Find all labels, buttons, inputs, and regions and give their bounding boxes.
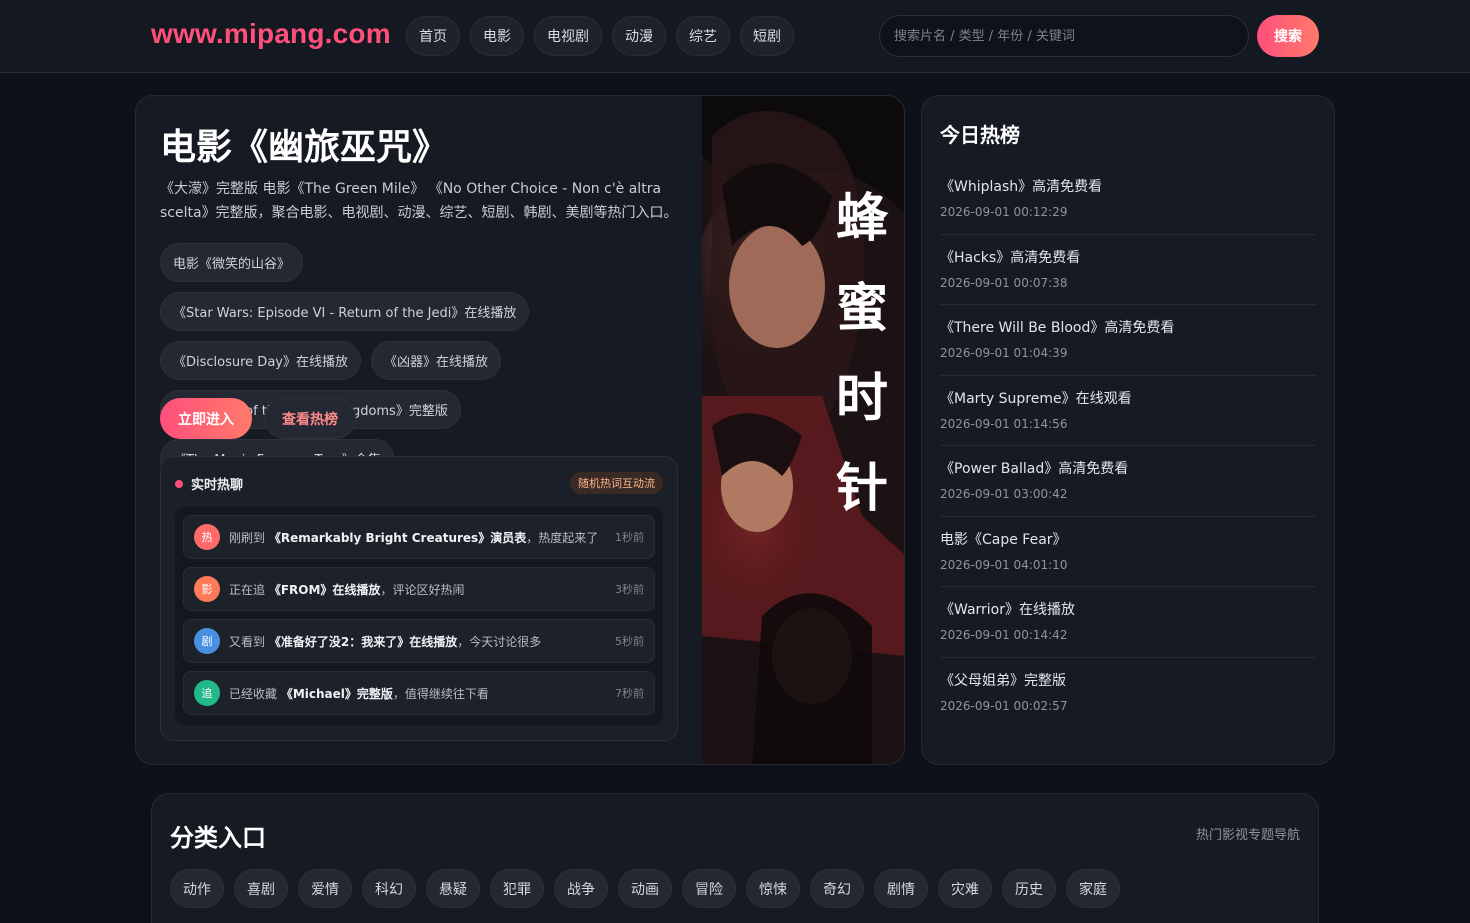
poster-artwork: 蜂 蜜 时 针 xyxy=(702,96,904,764)
category-tag-family[interactable]: 家庭 xyxy=(1066,869,1120,908)
nav-item-home[interactable]: 首页 xyxy=(406,16,460,56)
nav-item-anime[interactable]: 动漫 xyxy=(612,16,666,56)
live-chat-row[interactable]: 影 正在追 《FROM》在线播放，评论区好热闹 3秒前 xyxy=(183,567,655,611)
hot-item-title[interactable]: 《父母姐弟》完整版 xyxy=(940,670,1316,690)
live-chat-row[interactable]: 追 已经收藏 《Michael》完整版，值得继续往下看 7秒前 xyxy=(183,671,655,715)
category-subtitle: 热门影视专题导航 xyxy=(1195,828,1300,843)
hot-item-date: 2026-09-01 01:14:56 xyxy=(940,416,1068,431)
live-chat-message: 已经收藏 《Michael》完整版，值得继续往下看 xyxy=(229,686,489,701)
hot-item-title[interactable]: 《Marty Supreme》在线观看 xyxy=(940,388,1316,408)
category-tag-war[interactable]: 战争 xyxy=(554,869,608,908)
category-title: 分类入口 xyxy=(170,824,266,852)
hot-item-date: 2026-09-01 01:04:39 xyxy=(940,346,1068,360)
hot-list-items: 《Whiplash》高清免费看 2026-09-01 00:12:29 《Hac… xyxy=(940,164,1316,728)
hot-item-title[interactable]: 《Power Ballad》高清免费看 xyxy=(940,458,1316,478)
live-chat-time: 7秒前 xyxy=(615,687,644,700)
nav-item-variety[interactable]: 综艺 xyxy=(676,16,730,56)
live-chat-message: 刚刷到 《Remarkably Bright Creatures》演员表，热度起… xyxy=(229,530,599,545)
movie-poster[interactable]: 蜂 蜜 时 针 xyxy=(702,96,904,764)
poster-title-char-1: 蜂 xyxy=(836,189,889,249)
search-button[interactable]: 搜索 xyxy=(1257,15,1319,57)
category-tag-comedy[interactable]: 喜剧 xyxy=(234,869,288,908)
live-chat-badge: 随机热词互动流 xyxy=(570,472,663,494)
category-tag-adventure[interactable]: 冒险 xyxy=(682,869,736,908)
hot-item-title[interactable]: 《Warrior》在线播放 xyxy=(940,599,1316,619)
hero-card: 电影《幽旅巫咒》 《大濛》完整版 电影《The Green Mile》 《No … xyxy=(135,95,905,765)
category-tag-action[interactable]: 动作 xyxy=(170,869,224,908)
hero-description: 《大濛》完整版 电影《The Green Mile》 《No Other Cho… xyxy=(160,181,678,221)
hot-item-date: 2026-09-01 00:14:42 xyxy=(940,628,1068,642)
live-chat-time: 3秒前 xyxy=(615,583,644,596)
hero-chip[interactable]: 《Disclosure Day》在线播放 xyxy=(160,341,361,380)
avatar: 影 xyxy=(194,576,220,602)
avatar: 热 xyxy=(194,524,220,550)
hot-list-item[interactable]: 电影《Cape Fear》 2026-09-01 04:01:10 xyxy=(940,517,1316,587)
category-tag-fantasy[interactable]: 奇幻 xyxy=(810,869,864,908)
hot-item-date: 2026-09-01 00:07:38 xyxy=(940,275,1068,290)
live-chat-time: 5秒前 xyxy=(615,635,644,648)
category-tag-romance[interactable]: 爱情 xyxy=(298,869,352,908)
hero-chip[interactable]: 电影《微笑的山谷》 xyxy=(160,243,304,282)
live-dot-icon xyxy=(175,479,183,488)
hero-chip[interactable]: 《凶器》在线播放 xyxy=(370,341,501,380)
hot-list-item[interactable]: 《Power Ballad》高清免费看 2026-09-01 03:00:42 xyxy=(940,446,1316,517)
hot-list-item[interactable]: 《Whiplash》高清免费看 2026-09-01 00:12:29 xyxy=(940,164,1316,235)
view-hot-list-button[interactable]: 查看热榜 xyxy=(264,398,356,439)
enter-now-button[interactable]: 立即进入 xyxy=(160,398,252,439)
live-chat-header: 实时热聊 xyxy=(175,474,243,493)
poster-title-char-3: 时 xyxy=(836,369,888,429)
hot-list-item[interactable]: 《Hacks》高清免费看 2026-09-01 00:07:38 xyxy=(940,235,1316,305)
main-nav: 首页 电影 电视剧 动漫 综艺 短剧 xyxy=(406,16,794,56)
poster-title-char-4: 针 xyxy=(836,459,888,519)
live-chat-time: 1秒前 xyxy=(615,531,644,544)
hot-list-item[interactable]: 《There Will Be Blood》高清免费看 2026-09-01 01… xyxy=(940,305,1316,376)
search-input[interactable] xyxy=(879,15,1249,57)
category-tag-thriller[interactable]: 惊悚 xyxy=(746,869,800,908)
hot-list-item[interactable]: 《Warrior》在线播放 2026-09-01 00:14:42 xyxy=(940,587,1316,658)
hot-item-title[interactable]: 《Hacks》高清免费看 xyxy=(940,247,1316,267)
hot-item-title[interactable]: 《Whiplash》高清免费看 xyxy=(940,176,1316,196)
hot-item-date: 2026-09-01 04:01:10 xyxy=(940,557,1068,572)
nav-item-short-drama[interactable]: 短剧 xyxy=(740,16,794,56)
category-tag-history[interactable]: 历史 xyxy=(1002,869,1056,908)
hot-item-date: 2026-09-01 00:12:29 xyxy=(940,205,1068,219)
nav-item-movies[interactable]: 电影 xyxy=(470,16,524,56)
hot-list-panel: 今日热榜 《Whiplash》高清免费看 2026-09-01 00:12:29… xyxy=(921,95,1335,765)
live-chat-panel: 实时热聊 随机热词互动流 热 刚刷到 《Remarkably Bright Cr… xyxy=(160,456,678,741)
category-section: 分类入口 热门影视专题导航 动作 喜剧 爱情 科幻 悬疑 犯罪 战争 动画 冒险… xyxy=(151,793,1319,923)
hot-item-title[interactable]: 《There Will Be Blood》高清免费看 xyxy=(940,317,1316,337)
live-chat-row[interactable]: 剧 又看到 《准备好了没2：我来了》在线播放，今天讨论很多 5秒前 xyxy=(183,619,655,663)
hot-item-date: 2026-09-01 03:00:42 xyxy=(940,487,1068,501)
live-chat-title: 实时热聊 xyxy=(191,478,244,493)
top-bar: www.mipang.com 首页 电影 电视剧 动漫 综艺 短剧 搜索 xyxy=(0,0,1470,73)
live-chat-message: 又看到 《准备好了没2：我来了》在线播放，今天讨论很多 xyxy=(229,634,542,649)
hero-title: 电影《幽旅巫咒》 xyxy=(160,127,449,168)
live-chat-row[interactable]: 热 刚刷到 《Remarkably Bright Creatures》演员表，热… xyxy=(183,515,655,559)
category-tag-drama[interactable]: 剧情 xyxy=(874,869,928,908)
hot-item-date: 2026-09-01 00:02:57 xyxy=(940,698,1068,713)
hero-chip[interactable]: 《Star Wars: Episode VI - Return of the J… xyxy=(160,292,530,331)
category-tag-disaster[interactable]: 灾难 xyxy=(938,869,992,908)
hot-list-item[interactable]: 《父母姐弟》完整版 2026-09-01 00:02:57 xyxy=(940,658,1316,729)
hot-list-item[interactable]: 《Marty Supreme》在线观看 2026-09-01 01:14:56 xyxy=(940,376,1316,446)
poster-title-char-2: 蜜 xyxy=(836,279,888,339)
live-chat-message: 正在追 《FROM》在线播放，评论区好热闹 xyxy=(229,582,465,597)
hot-list-title: 今日热榜 xyxy=(940,123,1020,147)
category-tag-list: 动作 喜剧 爱情 科幻 悬疑 犯罪 战争 动画 冒险 惊悚 奇幻 剧情 灾难 历… xyxy=(170,869,1120,908)
live-chat-list: 热 刚刷到 《Remarkably Bright Creatures》演员表，热… xyxy=(175,507,663,725)
category-tag-scifi[interactable]: 科幻 xyxy=(362,869,416,908)
category-tag-animation[interactable]: 动画 xyxy=(618,869,672,908)
category-tag-crime[interactable]: 犯罪 xyxy=(490,869,544,908)
avatar: 剧 xyxy=(194,628,220,654)
avatar: 追 xyxy=(194,680,220,706)
hero-chip-list: 电影《微笑的山谷》 《Star Wars: Episode VI - Retur… xyxy=(160,243,680,478)
site-logo[interactable]: www.mipang.com xyxy=(151,18,391,50)
hot-item-title[interactable]: 电影《Cape Fear》 xyxy=(940,529,1316,549)
nav-item-tv[interactable]: 电视剧 xyxy=(534,16,602,56)
category-tag-mystery[interactable]: 悬疑 xyxy=(426,869,480,908)
